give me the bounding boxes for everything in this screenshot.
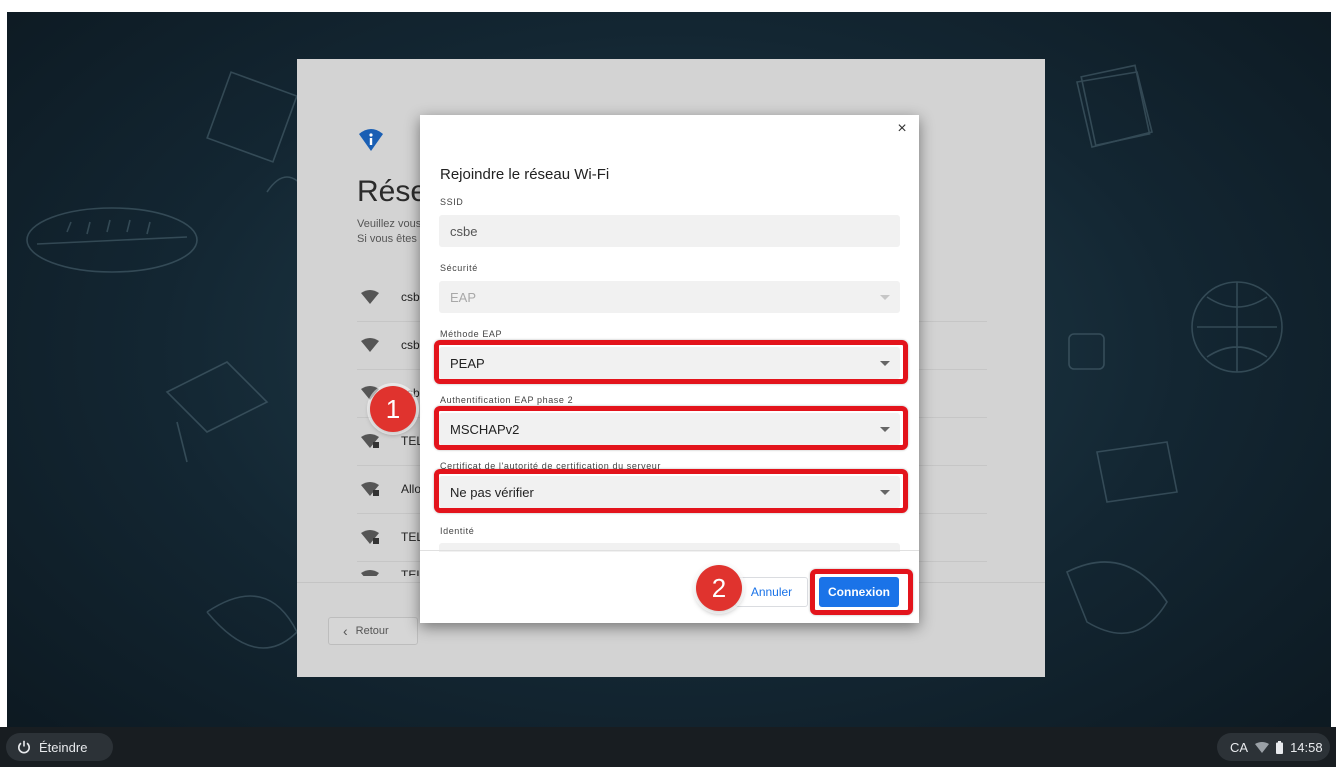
- security-label: Sécurité: [440, 263, 478, 273]
- phase2-auth-select[interactable]: MSCHAPv2: [439, 413, 900, 445]
- chevron-down-icon: [880, 295, 890, 300]
- eap-method-value: PEAP: [450, 355, 485, 371]
- oobe-title: Réseau: [357, 175, 427, 208]
- ssid-value: csbe: [450, 223, 478, 239]
- language-indicator: CA: [1230, 739, 1249, 755]
- clock-time: 14:58: [1290, 739, 1323, 755]
- status-tray[interactable]: CA 14:58: [1217, 733, 1330, 761]
- chevron-left-icon: ‹: [343, 623, 348, 639]
- chevron-down-icon: [880, 427, 890, 432]
- step-badge-1: 1: [370, 386, 416, 432]
- oobe-subtitle-line2: Si vous êtes: [357, 233, 417, 245]
- shelf: Éteindre CA 14:58: [0, 727, 1336, 767]
- cancel-button[interactable]: Annuler: [735, 577, 808, 607]
- dialog-title: Rejoindre le réseau Wi-Fi: [440, 166, 610, 183]
- wifi-locked-icon: [361, 482, 379, 496]
- wifi-locked-icon: [361, 570, 379, 576]
- wifi-signal-icon: [361, 338, 379, 352]
- eap-method-select[interactable]: PEAP: [439, 347, 900, 379]
- ssid-label: SSID: [440, 197, 464, 207]
- join-wifi-dialog: × Rejoindre le réseau Wi-Fi SSID csbe Sé…: [420, 115, 919, 623]
- shutdown-label: Éteindre: [39, 739, 88, 755]
- wifi-signal-icon: [361, 290, 379, 304]
- step-badge-2: 2: [696, 565, 742, 611]
- wifi-info-icon: [359, 129, 383, 151]
- connect-button[interactable]: Connexion: [819, 577, 899, 607]
- phase2-label: Authentification EAP phase 2: [440, 395, 574, 405]
- back-button[interactable]: ‹ Retour: [328, 617, 418, 645]
- dialog-scroll-area[interactable]: × Rejoindre le réseau Wi-Fi SSID csbe Sé…: [420, 115, 919, 552]
- close-icon[interactable]: ×: [893, 120, 911, 138]
- dialog-footer-divider: [420, 550, 919, 551]
- battery-icon: [1276, 740, 1284, 754]
- wifi-locked-icon: [361, 434, 379, 448]
- shutdown-button[interactable]: Éteindre: [6, 733, 113, 761]
- wifi-locked-icon: [361, 530, 379, 544]
- eap-method-label: Méthode EAP: [440, 329, 503, 339]
- phase2-value: MSCHAPv2: [450, 421, 520, 437]
- security-select: EAP: [439, 281, 900, 313]
- oobe-subtitle-line1: Veuillez vous: [357, 218, 422, 230]
- chevron-down-icon: [880, 490, 890, 495]
- ca-cert-select[interactable]: Ne pas vérifier: [439, 476, 900, 508]
- ca-cert-label: Certificat de l'autorité de certificatio…: [440, 461, 662, 471]
- power-icon: [18, 740, 30, 754]
- ssid-field[interactable]: csbe: [439, 215, 900, 247]
- security-value: EAP: [450, 289, 477, 305]
- identity-label: Identité: [440, 526, 475, 536]
- back-label: Retour: [355, 625, 389, 637]
- chevron-down-icon: [880, 361, 890, 366]
- wifi-icon: [1255, 741, 1270, 753]
- ca-cert-value: Ne pas vérifier: [450, 484, 534, 500]
